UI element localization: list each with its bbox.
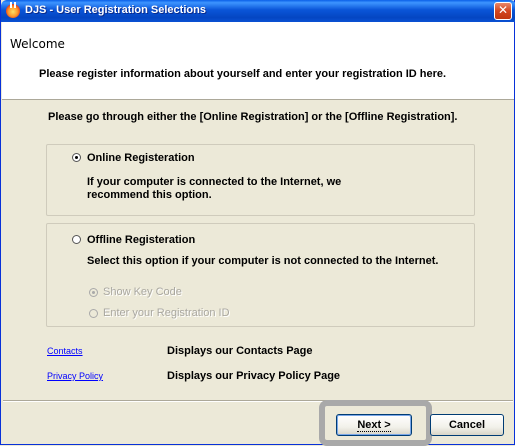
intro-text: Please go through either the [Online Reg… [48,111,458,123]
next-button[interactable]: Next > [336,414,412,436]
enter-registration-id-label[interactable]: Enter your Registration ID [103,307,230,319]
online-registration-description: If your computer is connected to the Int… [87,176,342,201]
welcome-heading: Welcome [10,37,65,51]
contacts-link[interactable]: Contacts [47,346,83,356]
contacts-description: Displays our Contacts Page [167,345,313,357]
title-bar[interactable]: DJS - User Registration Selections ✕ [1,0,515,22]
show-key-code-radio[interactable] [89,288,98,297]
privacy-policy-link[interactable]: Privacy Policy [47,371,103,381]
header-panel: Welcome Please register information abou… [2,22,514,100]
privacy-policy-description: Displays our Privacy Policy Page [167,370,341,382]
offline-registration-description: Select this option if your computer is n… [87,255,439,267]
footer-divider [3,400,513,402]
header-description: Please register information about yourse… [39,68,447,80]
djs-app-icon [6,2,20,18]
online-registration-label[interactable]: Online Registeration [87,152,195,164]
offline-registration-label[interactable]: Offline Registeration [87,234,195,246]
show-key-code-label[interactable]: Show Key Code [103,286,182,298]
window-title: DJS - User Registration Selections [25,4,206,16]
cancel-button[interactable]: Cancel [430,414,504,436]
close-button[interactable]: ✕ [494,2,512,20]
enter-registration-id-radio[interactable] [89,309,98,318]
online-registration-radio[interactable] [72,153,81,162]
next-button-label[interactable]: Next > [357,419,391,432]
offline-registration-radio[interactable] [72,235,81,244]
registration-window: DJS - User Registration Selections ✕ Wel… [0,0,515,446]
